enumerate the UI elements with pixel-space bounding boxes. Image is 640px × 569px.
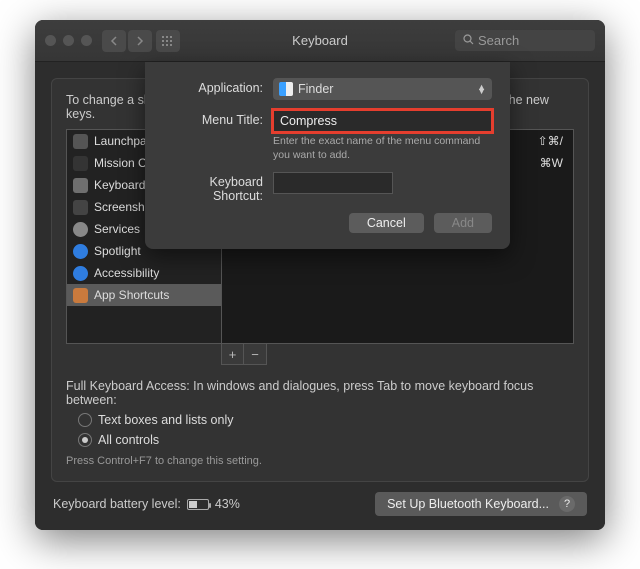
accessibility-icon (73, 266, 88, 281)
sidebar-item-label: App Shortcuts (94, 288, 169, 302)
search-placeholder: Search (478, 33, 519, 48)
nav-buttons (102, 30, 180, 52)
add-shortcut-sheet: Application: Finder ▲▼ Menu Title: Compr… (145, 62, 510, 249)
back-button[interactable] (102, 30, 126, 52)
battery-label: Keyboard battery level: (53, 497, 181, 511)
row-keyboard-shortcut: Keyboard Shortcut: (163, 172, 492, 203)
fka-hint: Press Control+F7 to change this setting. (66, 455, 574, 467)
spotlight-icon (73, 244, 88, 259)
search-icon (463, 34, 474, 48)
application-value: Finder (298, 82, 333, 96)
window-title: Keyboard (292, 33, 348, 48)
keyboard-icon (73, 178, 88, 193)
sidebar-item-label: Accessibility (94, 266, 159, 280)
sheet-buttons: Cancel Add (163, 213, 492, 233)
cancel-button[interactable]: Cancel (349, 213, 424, 233)
shortcut-input[interactable] (273, 172, 393, 194)
button-label: Cancel (367, 216, 406, 230)
mission-control-icon (73, 156, 88, 171)
zoom-dot[interactable] (81, 35, 92, 46)
application-select[interactable]: Finder ▲▼ (273, 78, 492, 100)
fka-option-text-boxes[interactable]: Text boxes and lists only (78, 413, 574, 427)
radio-label: Text boxes and lists only (98, 413, 234, 427)
sidebar-item-label: Keyboard (94, 178, 145, 192)
menu-title-label: Menu Title: (163, 110, 273, 127)
traffic-lights (45, 35, 92, 46)
sidebar-item-app-shortcuts[interactable]: App Shortcuts (67, 284, 221, 306)
preferences-window: Keyboard Search To change a shortcut, se… (35, 20, 605, 530)
close-dot[interactable] (45, 35, 56, 46)
add-remove-buttons: + − (221, 344, 267, 365)
sidebar-item-accessibility[interactable]: Accessibility (67, 262, 221, 284)
add-button[interactable]: Add (434, 213, 492, 233)
help-icon: ? (559, 496, 575, 512)
add-button[interactable]: + (222, 344, 244, 364)
menu-title-value: Compress (280, 114, 337, 128)
fka-label: Full Keyboard Access: In windows and dia… (66, 379, 574, 407)
fka-option-all-controls[interactable]: All controls (78, 433, 574, 447)
button-label: Set Up Bluetooth Keyboard... (387, 497, 549, 511)
battery-status: Keyboard battery level: 43% (53, 497, 240, 511)
minimize-dot[interactable] (63, 35, 74, 46)
screenshots-icon (73, 200, 88, 215)
radio-label: All controls (98, 433, 159, 447)
sidebar-item-label: Spotlight (94, 244, 141, 258)
menu-title-input[interactable]: Compress (273, 110, 492, 132)
titlebar: Keyboard Search (35, 20, 605, 62)
remove-button[interactable]: − (244, 344, 266, 364)
row-menu-title: Menu Title: Compress Enter the exact nam… (163, 110, 492, 162)
launchpad-icon (73, 134, 88, 149)
shortcut-key: ⇧⌘/ (538, 134, 563, 148)
forward-button[interactable] (128, 30, 152, 52)
footer: Keyboard battery level: 43% Set Up Bluet… (53, 492, 587, 516)
search-field[interactable]: Search (455, 30, 595, 51)
bluetooth-setup-button[interactable]: Set Up Bluetooth Keyboard... ? (375, 492, 587, 516)
shortcut-label: Keyboard Shortcut: (163, 172, 273, 203)
chevron-updown-icon: ▲▼ (477, 85, 486, 94)
sidebar-item-label: Services (94, 222, 140, 236)
application-label: Application: (163, 78, 273, 95)
app-shortcuts-icon (73, 288, 88, 303)
radio-icon (78, 433, 92, 447)
menu-title-help: Enter the exact name of the menu command… (273, 135, 492, 162)
finder-icon (279, 82, 293, 96)
row-application: Application: Finder ▲▼ (163, 78, 492, 100)
services-icon (73, 222, 88, 237)
show-all-button[interactable] (156, 30, 180, 52)
battery-icon (187, 499, 209, 510)
battery-percent: 43% (215, 497, 240, 511)
radio-icon (78, 413, 92, 427)
shortcut-key: ⌘W (540, 156, 563, 170)
button-label: Add (452, 216, 474, 230)
